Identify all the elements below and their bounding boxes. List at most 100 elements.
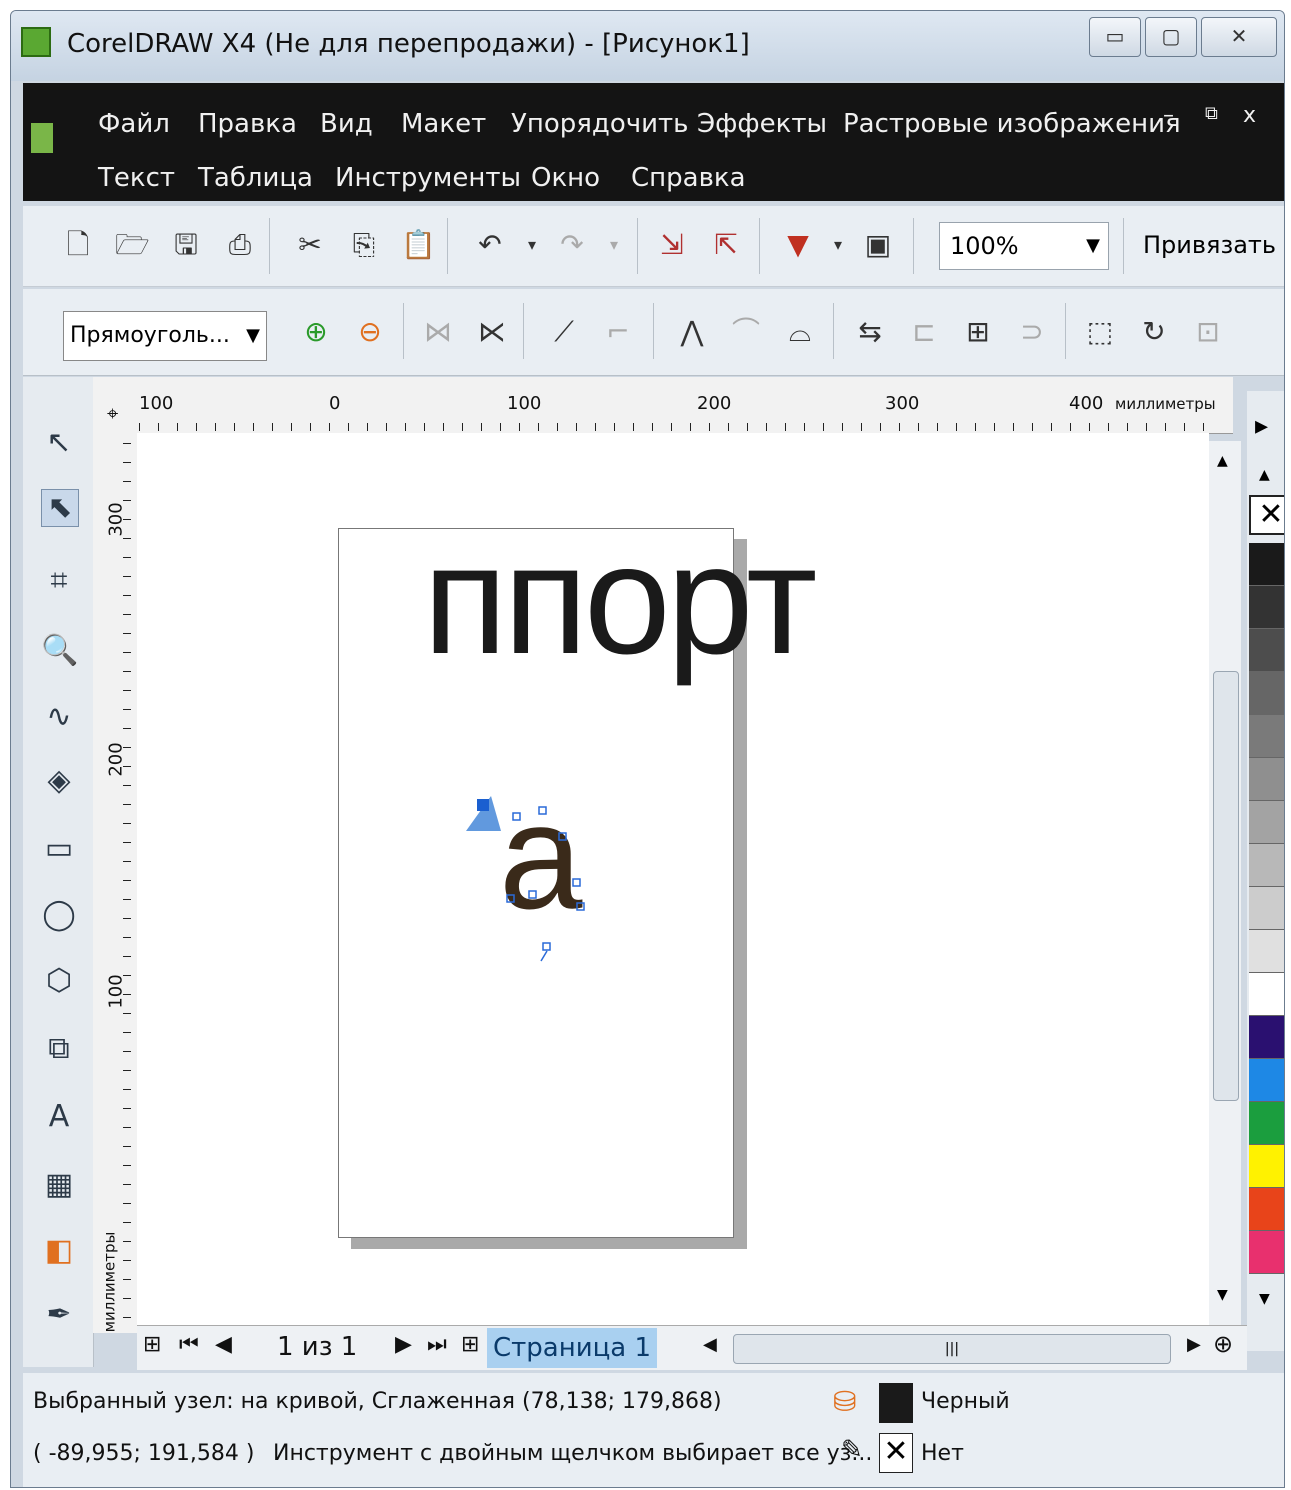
undo-icon[interactable]: ↶ xyxy=(473,228,507,262)
palette-swatch[interactable] xyxy=(1249,1016,1284,1059)
scroll-left-icon[interactable]: ◀ xyxy=(703,1334,717,1355)
node-handles[interactable] xyxy=(451,771,611,971)
menu-layout[interactable]: Макет xyxy=(401,109,486,139)
stretch-nodes-icon[interactable]: ⬚ xyxy=(1083,315,1117,349)
palette-swatch[interactable] xyxy=(1249,1145,1284,1188)
menu-table[interactable]: Таблица xyxy=(198,163,313,193)
previous-page-icon[interactable]: ◀ xyxy=(215,1332,232,1357)
close-button[interactable]: ✕ xyxy=(1201,17,1277,57)
doc-restore-button[interactable]: ⧉ xyxy=(1205,103,1218,124)
palette-swatch[interactable] xyxy=(1249,1231,1284,1274)
scroll-up-icon[interactable]: ▲ xyxy=(1217,453,1228,469)
export-icon[interactable]: ⇱ xyxy=(709,228,743,262)
no-color-swatch[interactable]: ✕ xyxy=(1249,495,1284,535)
menu-edit[interactable]: Правка xyxy=(198,109,297,139)
palette-swatch[interactable] xyxy=(1249,629,1284,672)
break-curve-icon[interactable]: ⋉ xyxy=(475,315,509,349)
open-folder-icon[interactable]: 🗁 xyxy=(115,228,150,262)
menu-window[interactable]: Окно xyxy=(531,163,600,193)
palette-scroll-up-icon[interactable]: ▲ xyxy=(1259,467,1270,483)
palette-swatch[interactable] xyxy=(1249,1188,1284,1231)
menu-file[interactable]: Файл xyxy=(98,109,170,139)
palette-swatch[interactable] xyxy=(1249,715,1284,758)
interactive-blend-icon[interactable]: ◧ xyxy=(41,1233,77,1269)
application-launcher-icon[interactable]: ▼ xyxy=(781,228,815,262)
zoom-tool-icon[interactable]: 🔍 xyxy=(41,633,78,669)
rectangle-tool-icon[interactable]: ▭ xyxy=(41,831,77,867)
palette-swatch[interactable] xyxy=(1249,672,1284,715)
auto-close-icon[interactable]: ⊃ xyxy=(1015,315,1049,349)
palette-swatch[interactable] xyxy=(1249,1102,1284,1145)
smooth-node-icon[interactable]: ⌒ xyxy=(729,315,763,349)
welcome-screen-icon[interactable]: ▣ xyxy=(861,228,895,262)
palette-swatch[interactable] xyxy=(1249,543,1284,586)
text-tool-icon[interactable]: A xyxy=(41,1099,77,1135)
polygon-tool-icon[interactable]: ⬡ xyxy=(41,963,77,999)
redo-icon[interactable]: ↷ xyxy=(555,228,589,262)
selection-mode-select[interactable]: Прямоуголь... ▼ xyxy=(63,311,267,361)
undo-dropdown-icon[interactable]: ▾ xyxy=(515,228,549,262)
palette-scroll-down-icon[interactable]: ▼ xyxy=(1259,1291,1270,1307)
vertical-scrollbar[interactable]: ▲ ▼ xyxy=(1209,441,1241,1331)
shape-tool-icon[interactable]: ⬉ xyxy=(41,489,79,527)
eyedropper-icon[interactable]: ✒ xyxy=(41,1297,77,1333)
paste-icon[interactable]: 📋 xyxy=(401,228,436,262)
next-page-icon[interactable]: ▶ xyxy=(395,1332,412,1357)
menu-tools[interactable]: Инструменты xyxy=(335,163,521,193)
maximize-button[interactable]: ▢ xyxy=(1145,17,1197,57)
outline-color-swatch[interactable]: ✕ xyxy=(879,1433,913,1473)
ruler-origin-icon[interactable]: ⌖ xyxy=(107,401,118,425)
join-nodes-icon[interactable]: ⋈ xyxy=(421,315,455,349)
copy-icon[interactable]: ⎘ xyxy=(347,228,381,262)
print-icon[interactable]: ⎙ xyxy=(223,228,257,262)
doc-minimize-button[interactable]: – xyxy=(1163,103,1174,128)
scrollbar-thumb[interactable] xyxy=(1213,671,1239,1101)
palette-swatch[interactable] xyxy=(1249,973,1284,1016)
smart-fill-icon[interactable]: ◈ xyxy=(41,763,77,799)
convert-to-curve-icon[interactable]: ⌐ xyxy=(601,315,635,349)
scissors-icon[interactable]: ✂ xyxy=(293,228,327,262)
scroll-right-icon[interactable]: ▶ xyxy=(1187,1334,1201,1355)
add-node-icon[interactable]: ⊕ xyxy=(299,315,333,349)
snap-to-button[interactable]: Привязать к xyxy=(1143,222,1284,268)
symmetrical-node-icon[interactable]: ⌓ xyxy=(783,315,817,349)
launcher-dropdown-icon[interactable]: ▾ xyxy=(821,228,855,262)
delete-node-icon[interactable]: ⊖ xyxy=(353,315,387,349)
tab-page-1[interactable]: Страница 1 xyxy=(487,1328,657,1368)
first-page-icon[interactable]: ⏮ xyxy=(179,1332,199,1357)
palette-swatch[interactable] xyxy=(1249,844,1284,887)
menu-text[interactable]: Текст xyxy=(98,163,175,193)
new-document-icon[interactable]: 🗋 xyxy=(61,228,95,262)
add-page-after-icon[interactable]: ⊞ xyxy=(461,1332,479,1357)
palette-flyout-icon[interactable]: ▸ xyxy=(1255,411,1268,441)
reverse-direction-icon[interactable]: ⇆ xyxy=(853,315,887,349)
menu-effects[interactable]: Эффекты xyxy=(697,109,827,139)
extend-curve-icon[interactable]: ⊏ xyxy=(907,315,941,349)
selected-node-icon[interactable] xyxy=(477,799,489,811)
vertical-ruler[interactable]: 300 200 100 миллиметры xyxy=(93,433,138,1333)
freehand-tool-icon[interactable]: ∿ xyxy=(41,699,77,735)
palette-swatch[interactable] xyxy=(1249,887,1284,930)
horizontal-scrollbar-thumb[interactable]: ||| xyxy=(733,1334,1171,1364)
palette-swatch[interactable] xyxy=(1249,930,1284,973)
palette-swatch[interactable] xyxy=(1249,758,1284,801)
cusp-node-icon[interactable]: ⋀ xyxy=(675,315,709,349)
palette-swatch[interactable] xyxy=(1249,586,1284,629)
convert-to-line-icon[interactable]: ⟋ xyxy=(547,315,581,349)
pick-tool-icon[interactable]: ↖ xyxy=(41,425,77,461)
redo-dropdown-icon[interactable]: ▾ xyxy=(597,228,631,262)
zoom-level-select[interactable]: 100% ▼ xyxy=(939,222,1109,270)
minimize-button[interactable]: ▭ xyxy=(1089,17,1141,57)
align-nodes-icon[interactable]: ⊡ xyxy=(1191,315,1225,349)
add-page-before-icon[interactable]: ⊞ xyxy=(143,1332,161,1357)
basic-shapes-icon[interactable]: ⧉ xyxy=(41,1031,77,1067)
menu-bitmaps[interactable]: Растровые изображения xyxy=(843,109,1181,139)
table-tool-icon[interactable]: ▦ xyxy=(41,1167,77,1203)
menu-view[interactable]: Вид xyxy=(320,109,373,139)
ellipse-tool-icon[interactable]: ◯ xyxy=(41,897,77,933)
last-page-icon[interactable]: ⏭ xyxy=(427,1332,447,1357)
horizontal-ruler[interactable]: ⌖ 100 0 100 200 300 400 миллиметры xyxy=(93,377,1233,434)
extract-subpath-icon[interactable]: ⊞ xyxy=(961,315,995,349)
palette-swatch[interactable] xyxy=(1249,801,1284,844)
import-icon[interactable]: ⇲ xyxy=(655,228,689,262)
